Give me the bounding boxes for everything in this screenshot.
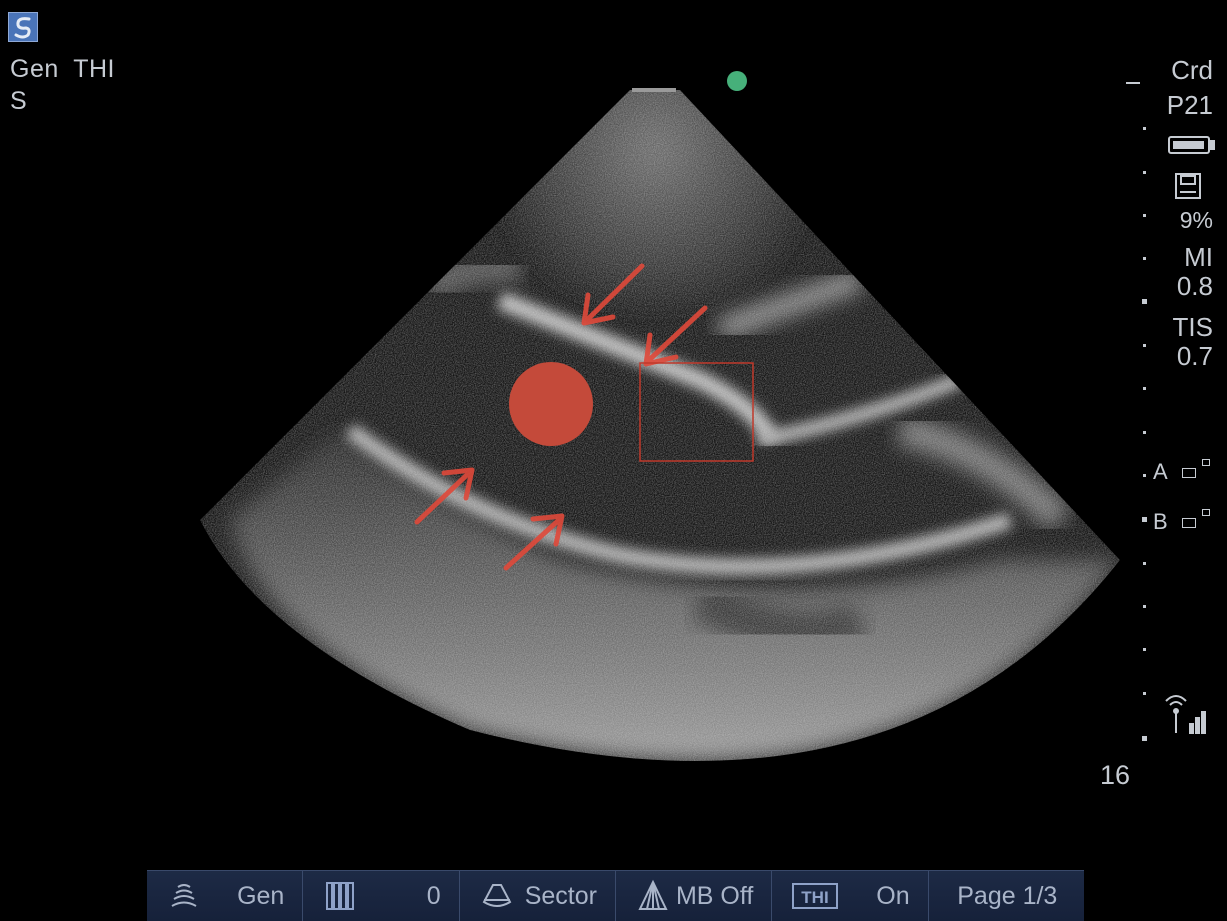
storage-icon (1175, 173, 1201, 199)
wireless-signal-icon (1165, 695, 1206, 734)
exam-preset-label: Crd (1171, 55, 1213, 85)
toolbar-page-value: Page 1/3 (957, 881, 1058, 910)
thi-icon: THI (792, 879, 839, 913)
depth-scale (1142, 127, 1147, 741)
toolbar-sector-value: Sector (524, 881, 597, 910)
control-toolbar: Gen 0 Sector MB Off THI On Page 1/3 (147, 870, 1084, 921)
thi-icon-text: THI (802, 888, 829, 907)
gain-bars-icon (323, 879, 357, 913)
toolbar-sector-button[interactable]: Sector (460, 871, 616, 921)
storage-percent: 9% (1179, 207, 1213, 233)
depth-value: 16 (1100, 760, 1131, 790)
focus-b-icon-small (1202, 509, 1210, 516)
ultrasound-image (200, 71, 1215, 762)
mi-value: 0.8 (1176, 271, 1213, 301)
focus-b-icon (1182, 518, 1196, 528)
toolbar-gen-value: Gen (237, 881, 285, 910)
focus-b-label: B (1153, 509, 1168, 534)
focus-a-icon (1182, 468, 1196, 478)
sector-fan (200, 90, 1120, 762)
tis-value: 0.7 (1176, 341, 1213, 371)
focus-a-icon-small (1202, 459, 1210, 466)
tis-label: TIS (1172, 312, 1213, 342)
app-logo (8, 12, 38, 42)
imaging-mode-label: Gen THI (10, 55, 115, 83)
toolbar-page-button[interactable]: Page 1/3 (929, 871, 1084, 921)
probe-label: P21 (1166, 90, 1213, 120)
toolbar-gen-button[interactable]: Gen (147, 871, 304, 921)
gen-wave-icon (167, 879, 201, 913)
mi-label: MI (1184, 242, 1213, 272)
battery-icon (1168, 136, 1215, 154)
preset-indicator-dash (1126, 82, 1140, 84)
toolbar-gain-value: 0 (426, 881, 441, 910)
ultrasound-screen: Gen THI S Crd P21 9% MI 0.8 TIS 0.7 A B … (0, 0, 1227, 921)
toolbar-multibeam-button[interactable]: MB Off (616, 871, 773, 921)
focus-a-label: A (1153, 459, 1168, 484)
toolbar-thi-value: On (876, 881, 910, 910)
toolbar-multibeam-value: MB Off (675, 881, 754, 910)
resolution-mode-label: S (10, 87, 28, 115)
multibeam-icon (636, 879, 670, 913)
toolbar-gain-button[interactable]: 0 (303, 871, 460, 921)
annotation-dot (509, 362, 593, 446)
orientation-marker (727, 71, 747, 91)
sector-icon (480, 879, 514, 913)
toolbar-thi-button[interactable]: THI On (772, 871, 929, 921)
